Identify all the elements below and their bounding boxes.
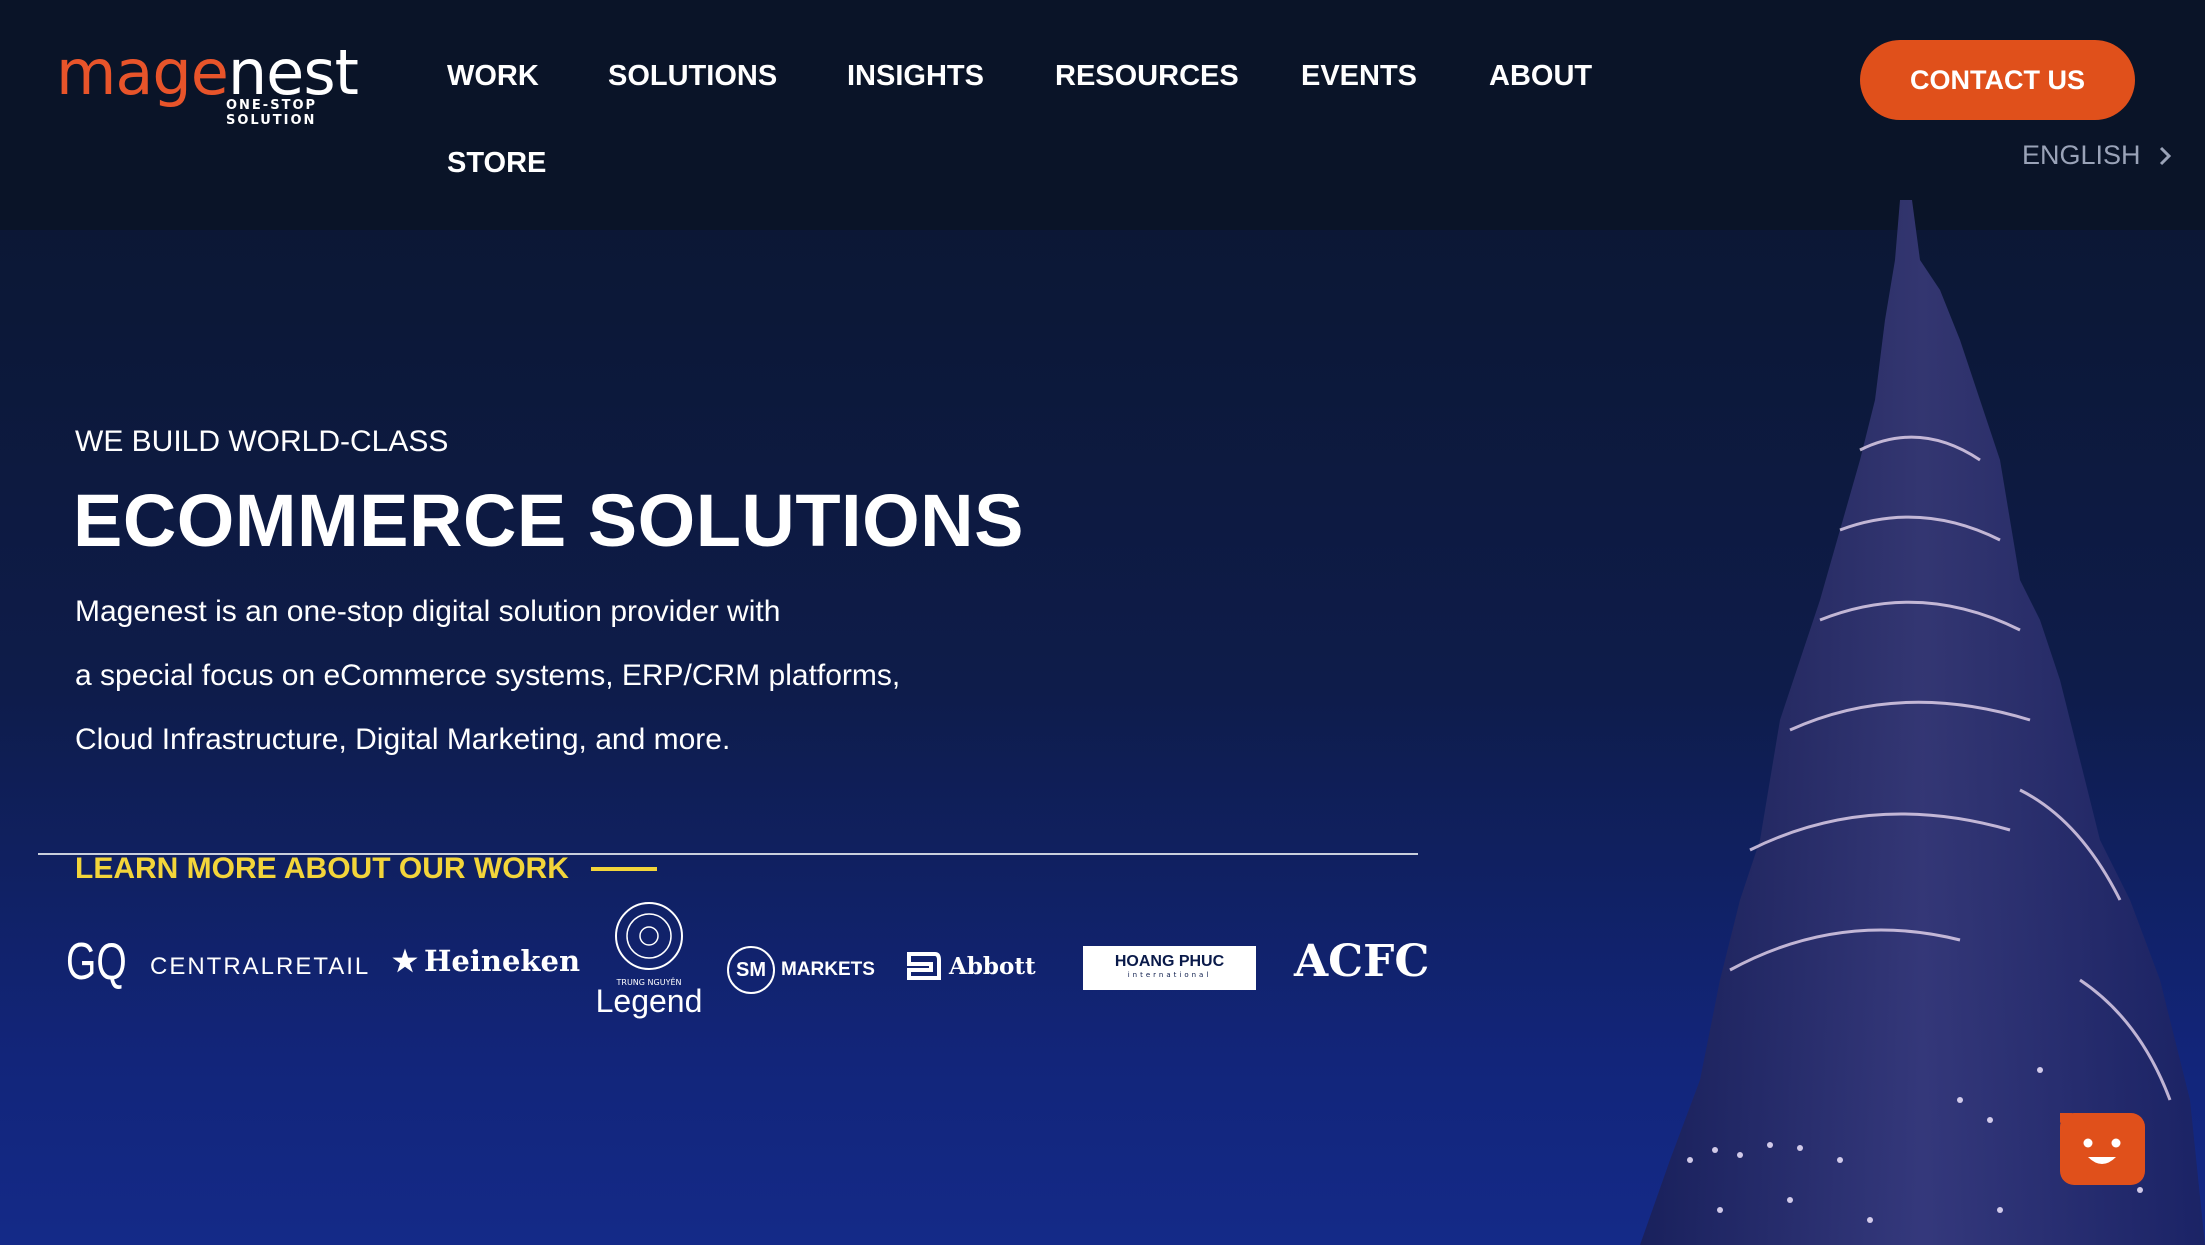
hoang-phuc-subtext: international <box>1127 971 1212 979</box>
nav-insights[interactable]: INSIGHTS <box>847 60 984 93</box>
hero-description-line-1: Magenest is an one-stop digital solution… <box>75 595 781 628</box>
nav-events[interactable]: EVENTS <box>1301 60 1417 93</box>
client-logo-abbott: Abbott <box>905 950 1036 982</box>
hero-eyebrow: WE BUILD WORLD-CLASS <box>75 425 449 458</box>
client-logo-legend: TRUNG NGUYÊN Legend <box>594 900 704 1025</box>
language-label: ENGLISH <box>2022 140 2141 170</box>
hoang-phuc-wordmark: HOANG PHUC <box>1114 953 1225 970</box>
client-logo-hoang-phuc: HOANG PHUC international <box>1083 946 1256 990</box>
legend-emblem-icon <box>615 902 683 970</box>
abbott-wordmark: Abbott <box>949 952 1036 980</box>
magenest-logo[interactable]: magenest ONE-STOP SOLUTION <box>56 36 376 129</box>
client-logo-heineken: ★ Heineken <box>392 944 580 978</box>
client-logo-sm-markets: SM MARKETS <box>727 946 875 994</box>
nav-solutions[interactable]: SOLUTIONS <box>608 60 777 93</box>
sm-circle-icon: SM <box>727 946 775 994</box>
nav-about[interactable]: ABOUT <box>1489 60 1592 93</box>
language-selector[interactable]: ENGLISH <box>2022 140 2173 171</box>
chat-widget-button[interactable] <box>2048 1113 2145 1185</box>
nav-resources[interactable]: RESOURCES <box>1055 60 1239 93</box>
abbott-icon <box>907 952 941 980</box>
learn-more-label: LEARN MORE ABOUT OUR WORK <box>75 852 569 885</box>
client-logo-central-retail: CENTRALRETAIL <box>150 953 371 980</box>
logo-tagline: ONE-STOP SOLUTION <box>226 98 318 128</box>
tower-background-image <box>1640 200 2205 1245</box>
nav-work[interactable]: WORK <box>447 60 539 93</box>
heineken-wordmark: Heineken <box>424 944 581 978</box>
hero-description-line-3: Cloud Infrastructure, Digital Marketing,… <box>75 723 731 756</box>
learn-more-underline <box>590 867 657 871</box>
hero-description-line-2: a special focus on eCommerce systems, ER… <box>75 659 901 692</box>
markets-wordmark: MARKETS <box>781 959 875 980</box>
learn-more-link[interactable]: LEARN MORE ABOUT OUR WORK <box>75 852 657 886</box>
smiley-face-icon <box>2048 1113 2121 1164</box>
legend-wordmark: Legend <box>595 983 703 1019</box>
chevron-right-icon <box>2159 146 2171 165</box>
client-logo-acfc: ACFC <box>1294 936 1430 987</box>
nav-store[interactable]: STORE <box>447 147 546 180</box>
client-logo-gq: GQ <box>66 933 127 991</box>
contact-us-button[interactable]: CONTACT US <box>1860 40 2135 120</box>
hero-headline: ECOMMERCE SOLUTIONS <box>73 479 1024 562</box>
logo-wordmark-orange: mage <box>56 36 229 109</box>
star-icon: ★ <box>392 944 418 978</box>
